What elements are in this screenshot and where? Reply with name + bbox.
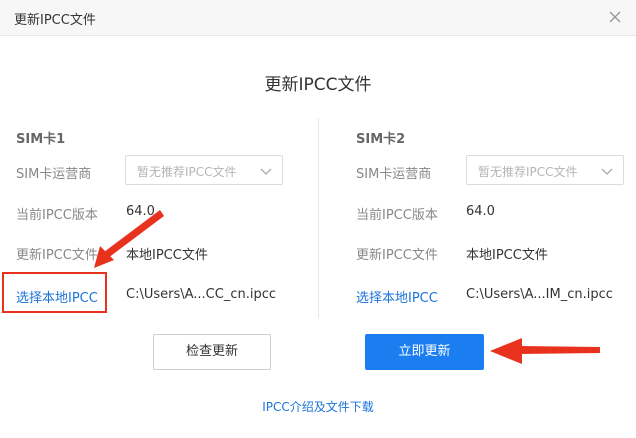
update-now-button[interactable]: 立即更新 [365,334,484,370]
sim2-choose-local-link[interactable]: 选择本地IPCC [356,287,438,306]
sim2-update-label: 更新IPCC文件 [356,248,438,263]
sim2-carrier-label: SIM卡运营商 [356,167,432,182]
check-update-button[interactable]: 检查更新 [153,334,271,370]
sim2-carrier-select[interactable]: 暂无推荐IPCC文件 [466,155,624,185]
sim2-carrier-placeholder: 暂无推荐IPCC文件 [478,165,578,179]
annotation-highlight-box [2,272,107,313]
column-divider [318,118,319,318]
sim2-version-label: 当前IPCC版本 [356,208,438,223]
ipcc-info-download-link[interactable]: IPCC介绍及文件下载 [0,398,636,415]
close-button[interactable] [604,6,626,28]
chevron-down-icon [601,168,613,175]
title-bar: 更新IPCC文件 [0,0,636,36]
annotation-arrow-icon [490,338,600,364]
sim1-version-label: 当前IPCC版本 [16,208,98,223]
sim1-version-value: 64.0 [126,204,155,219]
sim1-update-label: 更新IPCC文件 [16,248,98,263]
window-title: 更新IPCC文件 [14,13,96,28]
close-icon[interactable] [604,6,626,28]
sim1-title: SIM卡1 [16,132,66,147]
sim1-update-value: 本地IPCC文件 [126,248,208,263]
sim1-file-path: C:\Users\A...CC_cn.ipcc [126,287,277,302]
sim1-carrier-label: SIM卡运营商 [16,167,92,182]
sim1-carrier-placeholder: 暂无推荐IPCC文件 [137,165,237,179]
dialog-heading: 更新IPCC文件 [264,75,372,95]
sim2-title: SIM卡2 [356,132,406,147]
sim2-update-value: 本地IPCC文件 [466,248,548,263]
sim2-file-path: C:\Users\A...IM_cn.ipcc [466,287,613,302]
sim1-carrier-select[interactable]: 暂无推荐IPCC文件 [125,155,283,185]
chevron-down-icon [260,168,272,175]
sim2-version-value: 64.0 [466,204,495,219]
